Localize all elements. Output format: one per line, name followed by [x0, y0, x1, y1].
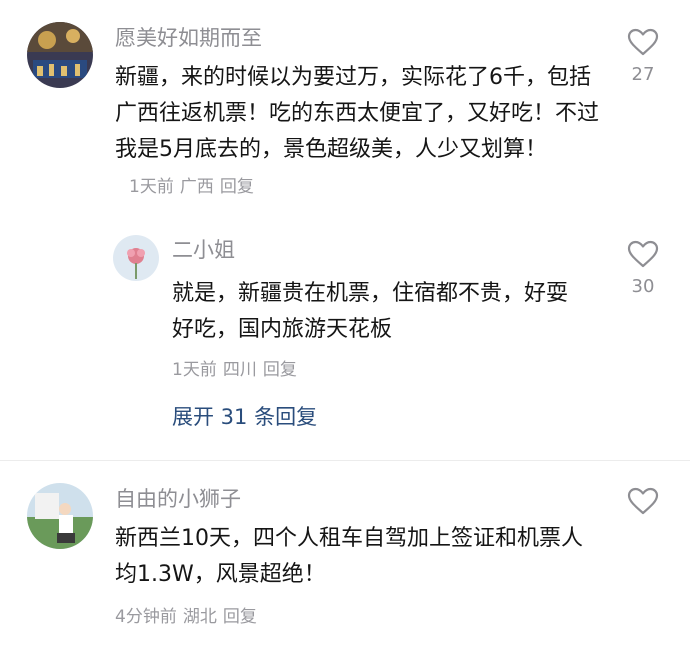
comment-meta: 4分钟前 湖北 回复 — [115, 605, 263, 629]
heart-outline-icon — [627, 28, 659, 56]
comment-username[interactable]: 愿美好如期而至 — [115, 24, 262, 52]
like-button[interactable]: 30 — [618, 240, 668, 298]
avatar[interactable] — [27, 22, 93, 88]
like-count: 30 — [631, 276, 655, 297]
reply-time: 1天前 — [172, 360, 217, 380]
heart-outline-icon — [627, 487, 659, 515]
reply-button[interactable]: 回复 — [263, 360, 297, 380]
comment-item: 愿美好如期而至 新疆，来的时候以为要过万，实际花了6千，包括广西往返机票！吃的东… — [0, 0, 690, 460]
comment-meta: 1天前 广西 回复 — [129, 177, 260, 197]
comment-location: 广西 — [179, 177, 214, 197]
like-button[interactable] — [618, 487, 668, 515]
comment-content: 新疆，来的时候以为要过万，实际花了6千，包括广西往返机票！吃的东西太便宜了，又好… — [115, 65, 600, 162]
comment-location: 湖北 — [182, 607, 217, 627]
like-count: 27 — [631, 64, 655, 85]
reply-username[interactable]: 二小姐 — [172, 236, 235, 264]
expand-replies-link[interactable]: 展开 31 条回复 — [172, 403, 317, 431]
comment-time: 1天前 — [129, 177, 174, 197]
comment-time: 4分钟前 — [115, 607, 177, 627]
comment-text: 新西兰10天，四个人租车自驾加上签证和机票人均1.3W，风景超绝！ — [115, 526, 583, 587]
reply-text: 就是，新疆贵在机票，住宿都不贵，好耍好吃，国内旅游天花板 — [172, 281, 569, 342]
reply-meta: 1天前 四川 回复 — [172, 358, 303, 382]
reply-location: 四川 — [222, 360, 257, 380]
reply-button[interactable]: 回复 — [223, 607, 257, 627]
avatar[interactable] — [113, 235, 159, 281]
like-button[interactable]: 27 — [618, 28, 668, 86]
heart-outline-icon — [627, 240, 659, 268]
comment-username[interactable]: 自由的小狮子 — [115, 485, 241, 513]
comment-text: 新疆，来的时候以为要过万，实际花了6千，包括广西往返机票！吃的东西太便宜了，又好… — [115, 60, 605, 205]
comment-item: 自由的小狮子 新西兰10天，四个人租车自驾加上签证和机票人均1.3W，风景超绝！… — [0, 461, 690, 653]
reply-button[interactable]: 回复 — [220, 177, 254, 197]
avatar[interactable] — [27, 483, 93, 549]
